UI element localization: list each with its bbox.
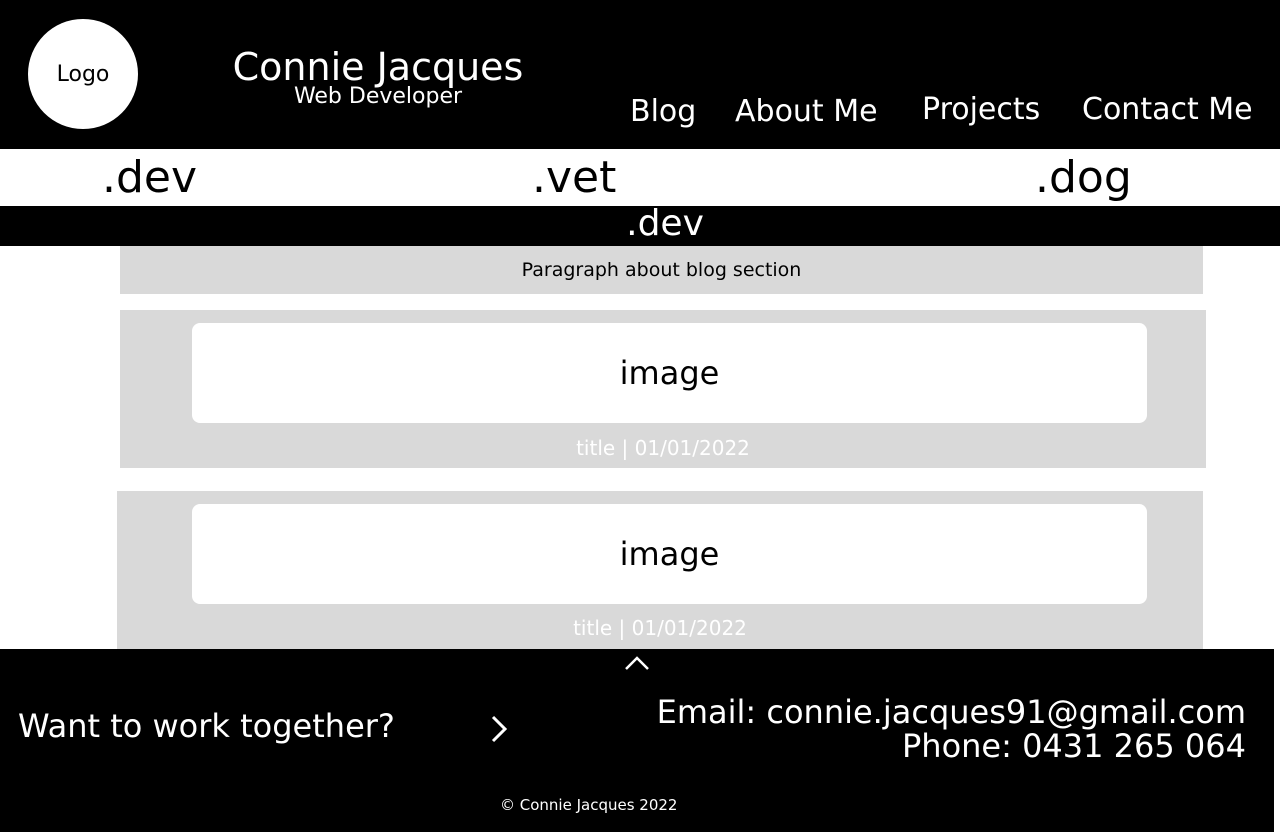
nav-link-projects[interactable]: Projects: [922, 90, 1040, 130]
blog-post-meta: title | 01/01/2022: [576, 436, 750, 460]
domain-selector: .dev .vet .dog: [0, 149, 1280, 206]
chevron-right-icon[interactable]: [485, 713, 513, 745]
nav-link-blog[interactable]: Blog: [630, 92, 696, 132]
blog-post-image[interactable]: image: [192, 504, 1147, 604]
logo[interactable]: Logo: [28, 19, 138, 129]
email-text[interactable]: Email: connie.jacques91@gmail.com: [657, 695, 1246, 729]
blog-intro-text: Paragraph about blog section: [521, 259, 802, 281]
domain-tab-dev[interactable]: .dev: [102, 149, 197, 207]
active-domain-label: .dev: [626, 203, 704, 244]
site-footer: Want to work together? Email: connie.jac…: [0, 649, 1274, 832]
chevron-up-icon[interactable]: [620, 651, 654, 675]
contact-info: Email: connie.jacques91@gmail.com Phone:…: [657, 695, 1246, 763]
work-together-cta[interactable]: Want to work together?: [18, 706, 395, 746]
blog-post-meta: title | 01/01/2022: [573, 616, 747, 640]
nav-link-about-me[interactable]: About Me: [735, 92, 878, 132]
image-placeholder-label: image: [619, 535, 720, 573]
nav-link-contact-me[interactable]: Contact Me: [1082, 90, 1253, 130]
domain-tab-dog[interactable]: .dog: [1035, 149, 1132, 207]
domain-tab-vet[interactable]: .vet: [532, 149, 616, 207]
blog-post-card[interactable]: image title | 01/01/2022: [120, 310, 1206, 468]
active-domain-bar: .dev: [0, 206, 1280, 246]
blog-post-image[interactable]: image: [192, 323, 1147, 423]
copyright-text: © Connie Jacques 2022: [500, 796, 678, 814]
blog-post-card[interactable]: image title | 01/01/2022: [117, 491, 1203, 649]
brand: Connie Jacques Web Developer: [218, 44, 538, 110]
site-header: Logo Connie Jacques Web Developer Blog A…: [0, 0, 1280, 149]
logo-label: Logo: [56, 61, 110, 87]
image-placeholder-label: image: [619, 354, 720, 392]
blog-intro: Paragraph about blog section: [120, 246, 1203, 294]
phone-text[interactable]: Phone: 0431 265 064: [657, 729, 1246, 763]
